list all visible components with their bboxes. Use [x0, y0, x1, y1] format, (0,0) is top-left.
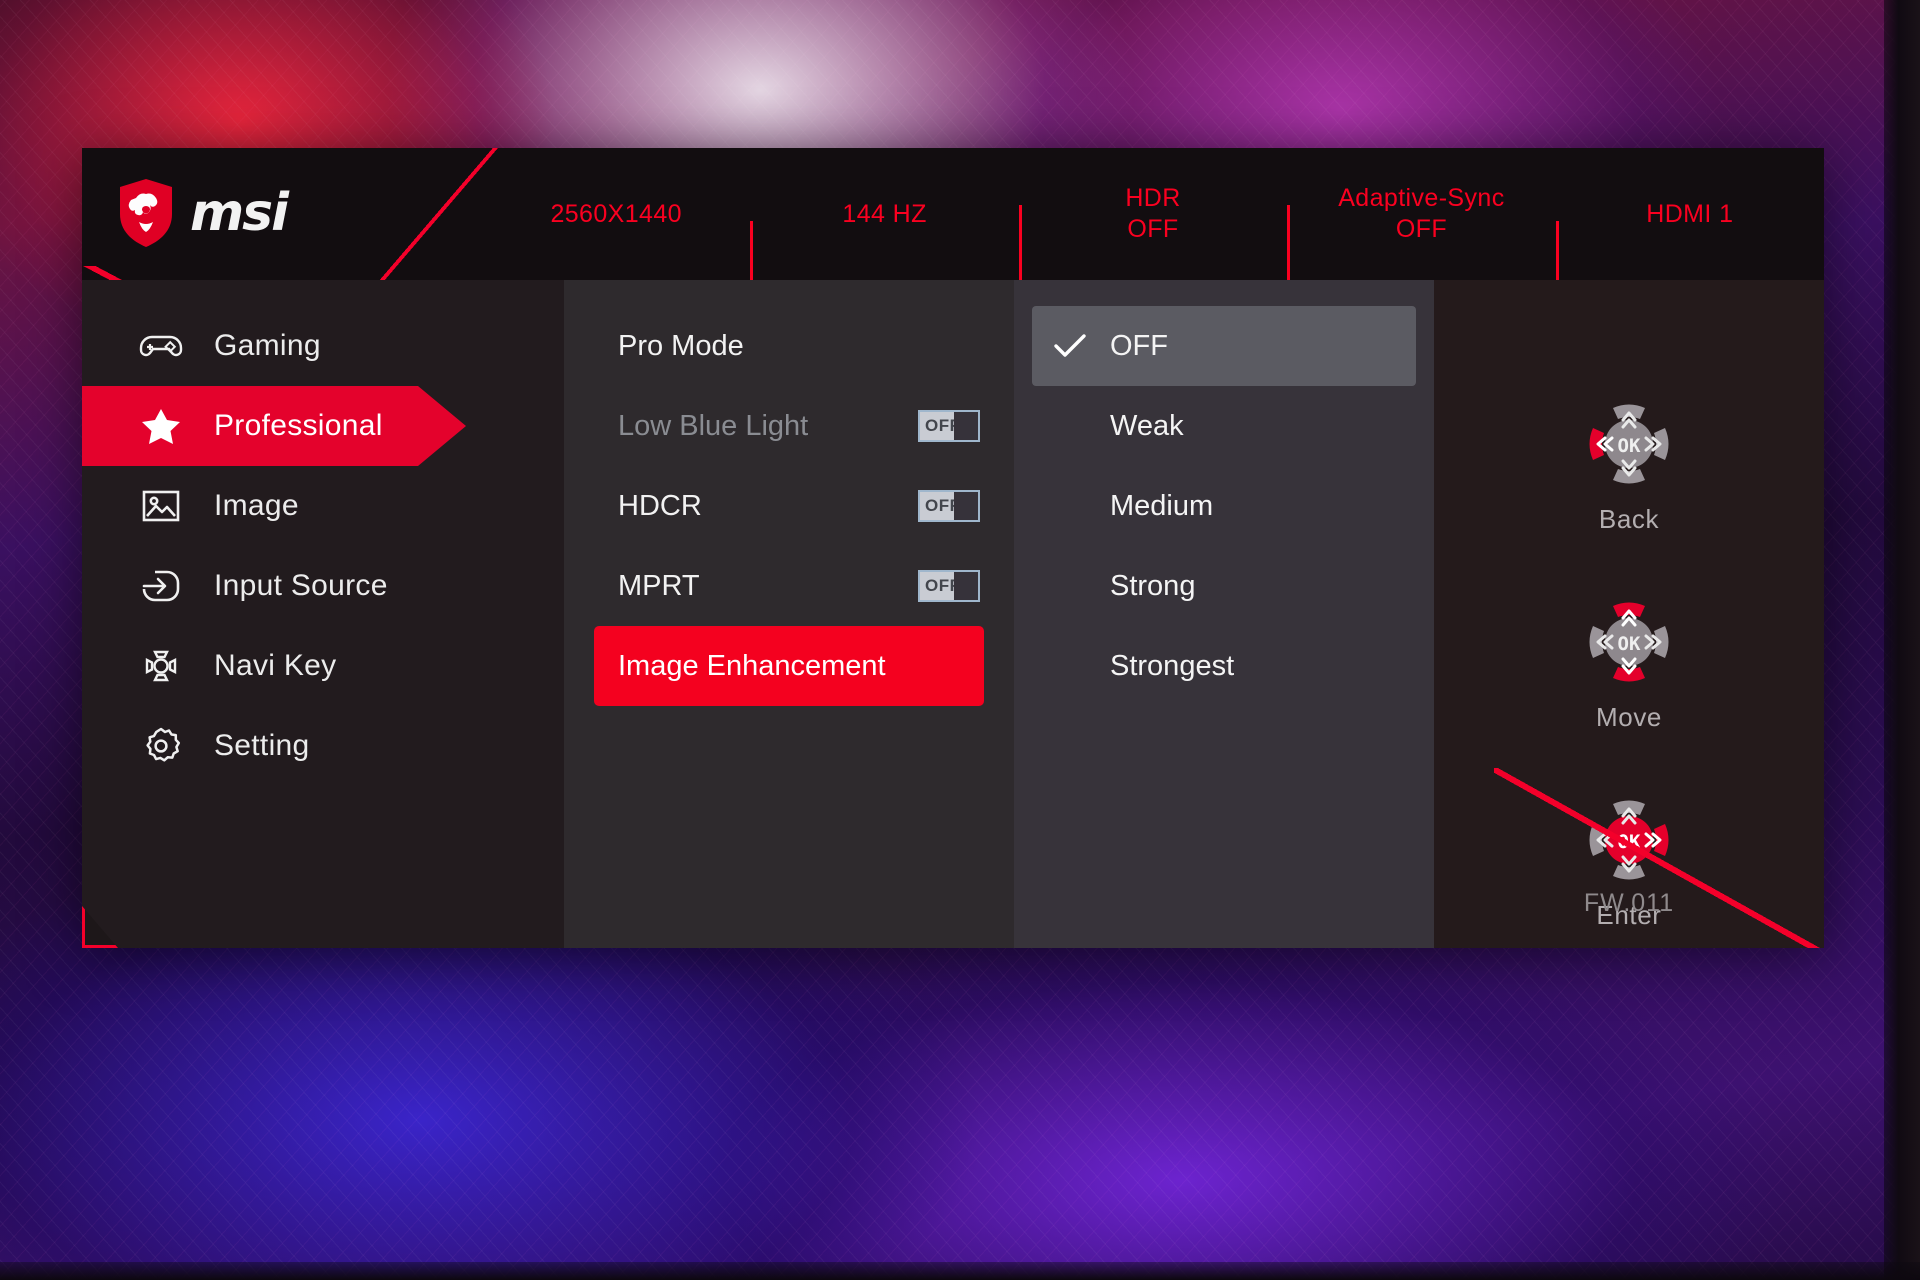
status-hdr-value: OFF [1127, 215, 1179, 243]
toggle-knob [954, 492, 978, 520]
menu-item-navi-key[interactable]: Navi Key [82, 626, 564, 706]
nav-hint-back-label: Back [1598, 504, 1660, 534]
msi-dragon-shield-icon [120, 179, 172, 247]
status-adaptive-sync-value: OFF [1395, 215, 1448, 243]
status-bar: 2560X1440 144 HZ HDR OFF Adaptive-Sync O… [482, 148, 1824, 280]
osd-header: msi 2560X1440 144 HZ HDR OFF Adaptive-Sy… [82, 148, 1824, 280]
monitor-bezel-bottom [0, 1262, 1920, 1280]
option-off[interactable]: OFF [1032, 306, 1416, 386]
gear-icon [130, 726, 192, 766]
menu-item-professional-label: Professional [214, 409, 383, 442]
brand-wordmark: msi [190, 183, 289, 243]
nav-hint-move: OK Move [1434, 588, 1824, 733]
status-refresh-rate-label: 144 HZ [842, 199, 927, 228]
menu-item-setting-label: Setting [214, 729, 310, 762]
navi-key-icon [130, 646, 192, 686]
submenu-row-mprt[interactable]: MPRT OFF [564, 546, 1014, 626]
submenu-row-image-enhancement-label: Image Enhancement [618, 649, 886, 682]
firmware-version: FW.011 [1583, 889, 1675, 917]
header-diagonal-accent [378, 148, 498, 280]
status-input: HDMI 1 [1555, 199, 1824, 280]
main-menu-column: Gaming Professional Image Input Source N… [82, 280, 564, 948]
submenu-row-hdcr[interactable]: HDCR OFF [564, 466, 1014, 546]
option-weak[interactable]: Weak [1032, 386, 1416, 466]
navigation-hints-column: OK Back OK Move OK Enter FW.011 [1434, 280, 1824, 948]
osd-menu: msi 2560X1440 144 HZ HDR OFF Adaptive-Sy… [82, 148, 1824, 948]
toggle-knob [954, 412, 978, 440]
svg-text:OK: OK [1618, 633, 1641, 655]
submenu-row-low-blue-light-label: Low Blue Light [618, 409, 809, 442]
submenu-row-image-enhancement[interactable]: Image Enhancement [594, 626, 984, 706]
menu-item-image-label: Image [214, 489, 299, 522]
menu-item-image[interactable]: Image [82, 466, 564, 546]
osd-body: Gaming Professional Image Input Source N… [82, 280, 1824, 948]
status-refresh-rate: 144 HZ [750, 199, 1018, 280]
option-strong-label: Strong [1110, 569, 1196, 602]
svg-text:OK: OK [1618, 831, 1641, 853]
nav-hint-back: OK Back [1434, 390, 1824, 535]
monitor-bezel-right [1884, 0, 1920, 1280]
status-adaptive-sync-label: Adaptive-Sync [1338, 184, 1505, 212]
option-strongest-label: Strongest [1110, 649, 1235, 682]
option-strongest[interactable]: Strongest [1032, 626, 1416, 706]
menu-item-navi-key-label: Navi Key [214, 649, 337, 682]
joystick-updown-icon: OK [1589, 602, 1669, 682]
submenu-row-hdcr-label: HDCR [618, 489, 702, 522]
submenu-row-mprt-label: MPRT [618, 569, 700, 602]
input-arrow-icon [130, 568, 192, 604]
toggle-knob [954, 572, 978, 600]
status-resolution-label: 2560X1440 [550, 199, 682, 228]
brand-logo: msi [118, 178, 289, 248]
picture-icon [130, 489, 192, 523]
submenu-column: Pro Mode Low Blue Light OFF HDCR OFF MPR… [564, 280, 1014, 948]
status-adaptive-sync: Adaptive-Sync OFF [1287, 183, 1555, 280]
submenu-row-low-blue-light[interactable]: Low Blue Light OFF [564, 386, 1014, 466]
low-blue-light-toggle[interactable]: OFF [918, 410, 980, 442]
nav-hint-move-label: Move [1596, 702, 1662, 732]
option-off-label: OFF [1110, 329, 1168, 362]
menu-item-gaming[interactable]: Gaming [82, 306, 564, 386]
menu-item-gaming-label: Gaming [214, 329, 321, 362]
option-medium[interactable]: Medium [1032, 466, 1416, 546]
joystick-left-icon: OK [1589, 404, 1669, 484]
check-icon [1052, 332, 1104, 360]
status-resolution: 2560X1440 [482, 199, 750, 230]
star-icon [130, 407, 192, 445]
option-weak-label: Weak [1110, 409, 1184, 442]
joystick-ok-right-icon: OK [1589, 800, 1669, 880]
mprt-toggle[interactable]: OFF [918, 570, 980, 602]
menu-item-input-source-label: Input Source [214, 569, 388, 602]
gamepad-icon [130, 331, 192, 361]
svg-text:OK: OK [1618, 435, 1641, 457]
submenu-row-pro-mode-label: Pro Mode [618, 329, 744, 362]
option-medium-label: Medium [1110, 489, 1214, 522]
options-column: OFF Weak Medium Strong Strongest [1014, 280, 1434, 948]
menu-item-professional[interactable]: Professional [82, 386, 564, 466]
status-hdr-label: HDR [1125, 184, 1181, 212]
hdcr-toggle[interactable]: OFF [918, 490, 980, 522]
status-input-label: HDMI 1 [1646, 199, 1734, 228]
status-hdr: HDR OFF [1018, 183, 1287, 280]
menu-item-input-source[interactable]: Input Source [82, 546, 564, 626]
option-strong[interactable]: Strong [1032, 546, 1416, 626]
menu-item-setting[interactable]: Setting [82, 706, 564, 786]
submenu-row-pro-mode[interactable]: Pro Mode [564, 306, 1014, 386]
